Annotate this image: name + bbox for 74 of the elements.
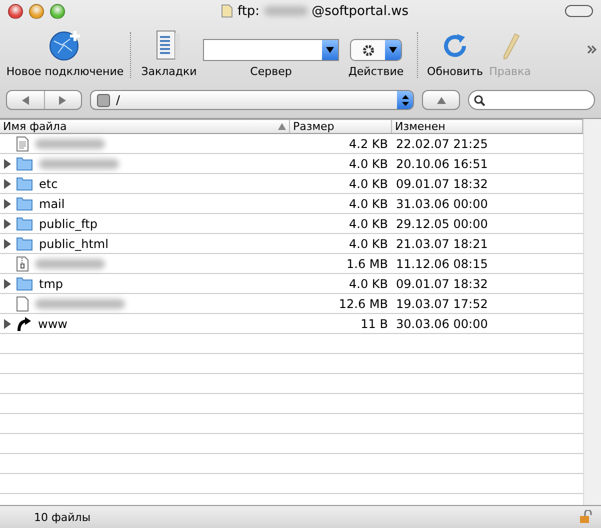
path-dropdown[interactable]: / [90, 90, 414, 110]
folder-icon [16, 236, 33, 251]
folder-icon [16, 176, 33, 191]
file-size: 4.0 KB [348, 176, 389, 192]
modified-date: 09.01.07 18:32 [395, 176, 489, 192]
archive-file-icon [16, 256, 29, 272]
up-arrow-icon [436, 96, 446, 104]
window-title: @softportal.ws [312, 4, 408, 18]
blurred-file-name [35, 138, 105, 148]
disclosure-triangle-icon[interactable] [4, 318, 11, 328]
modified-date: 09.01.07 18:32 [395, 276, 489, 292]
file-size: 4.0 KB [348, 216, 389, 232]
folder-icon [16, 216, 33, 231]
toolbar-label[interactable]: Новое подключение [6, 65, 124, 78]
toolbar-toggle-button[interactable] [565, 5, 593, 17]
modified-date: 29.12.05 00:00 [395, 216, 489, 232]
back-arrow-icon [22, 96, 29, 104]
modified-date: 11.12.06 08:15 [395, 256, 489, 272]
scrollbar-track[interactable] [583, 119, 601, 505]
column-header[interactable]: Размер [290, 120, 392, 133]
blurred-username [264, 6, 308, 16]
toolbar-label[interactable]: Сервер [250, 65, 292, 78]
search-icon [474, 94, 485, 106]
sort-arrow-icon [278, 123, 286, 130]
file-name: etc [39, 176, 58, 190]
zoom-button[interactable] [50, 4, 65, 18]
forward-arrow-icon [59, 96, 66, 104]
document-icon [221, 4, 234, 18]
modified-date: 19.03.07 17:52 [395, 296, 489, 312]
file-size: 4.0 KB [348, 196, 389, 212]
search-field[interactable] [468, 90, 595, 110]
close-button[interactable] [8, 4, 23, 18]
toolbar-label[interactable]: Закладки [141, 65, 197, 78]
parent-folder-button[interactable] [422, 90, 460, 110]
status-text: 10 файлы [34, 510, 92, 524]
modified-date: 21.03.07 18:21 [395, 236, 489, 252]
file-name: mail [39, 196, 65, 210]
padlock-icon [579, 510, 593, 524]
file-size: 4.0 KB [348, 276, 389, 292]
file-name: www [38, 316, 68, 330]
file-size: 12.6 MB [338, 296, 389, 312]
action-dropdown[interactable] [350, 39, 402, 61]
back-forward-control[interactable] [6, 90, 82, 110]
toolbar-label[interactable]: Обновить [427, 65, 483, 78]
toolbar-label[interactable]: Действие [348, 65, 404, 78]
overflow-chevron-icon[interactable] [587, 45, 597, 54]
up-down-arrows-icon [402, 94, 408, 106]
modified-date: 30.03.06 00:00 [395, 316, 489, 332]
blurred-file-name [35, 258, 105, 268]
modified-date: 20.10.06 16:51 [395, 156, 489, 172]
file-name: tmp [39, 276, 64, 290]
document-icon [16, 136, 29, 152]
dropdown-arrow-icon [326, 47, 334, 53]
folder-icon [16, 156, 33, 171]
file-size: 4.0 KB [348, 156, 389, 172]
file-name: public_html [39, 236, 108, 250]
document-icon [16, 296, 29, 312]
server-dropdown[interactable] [203, 39, 339, 61]
file-size: 11 B [360, 316, 389, 332]
globe-plus-icon [48, 29, 82, 61]
file-size: 4.2 KB [348, 136, 389, 152]
window-title: ftp: [237, 4, 260, 18]
modified-date: 31.03.06 00:00 [395, 196, 489, 212]
folder-icon [16, 196, 33, 211]
dropdown-arrow-icon [389, 47, 397, 53]
minimize-button[interactable] [29, 4, 44, 18]
file-size: 1.6 MB [346, 256, 389, 272]
bookmarks-icon [156, 29, 182, 61]
folder-icon [16, 276, 33, 291]
modified-date: 22.02.07 21:25 [395, 136, 489, 152]
file-size: 4.0 KB [348, 236, 389, 252]
file-name: public_ftp [39, 216, 98, 230]
alias-arrow-icon [16, 316, 32, 332]
column-header[interactable]: Имя файла [0, 120, 290, 133]
